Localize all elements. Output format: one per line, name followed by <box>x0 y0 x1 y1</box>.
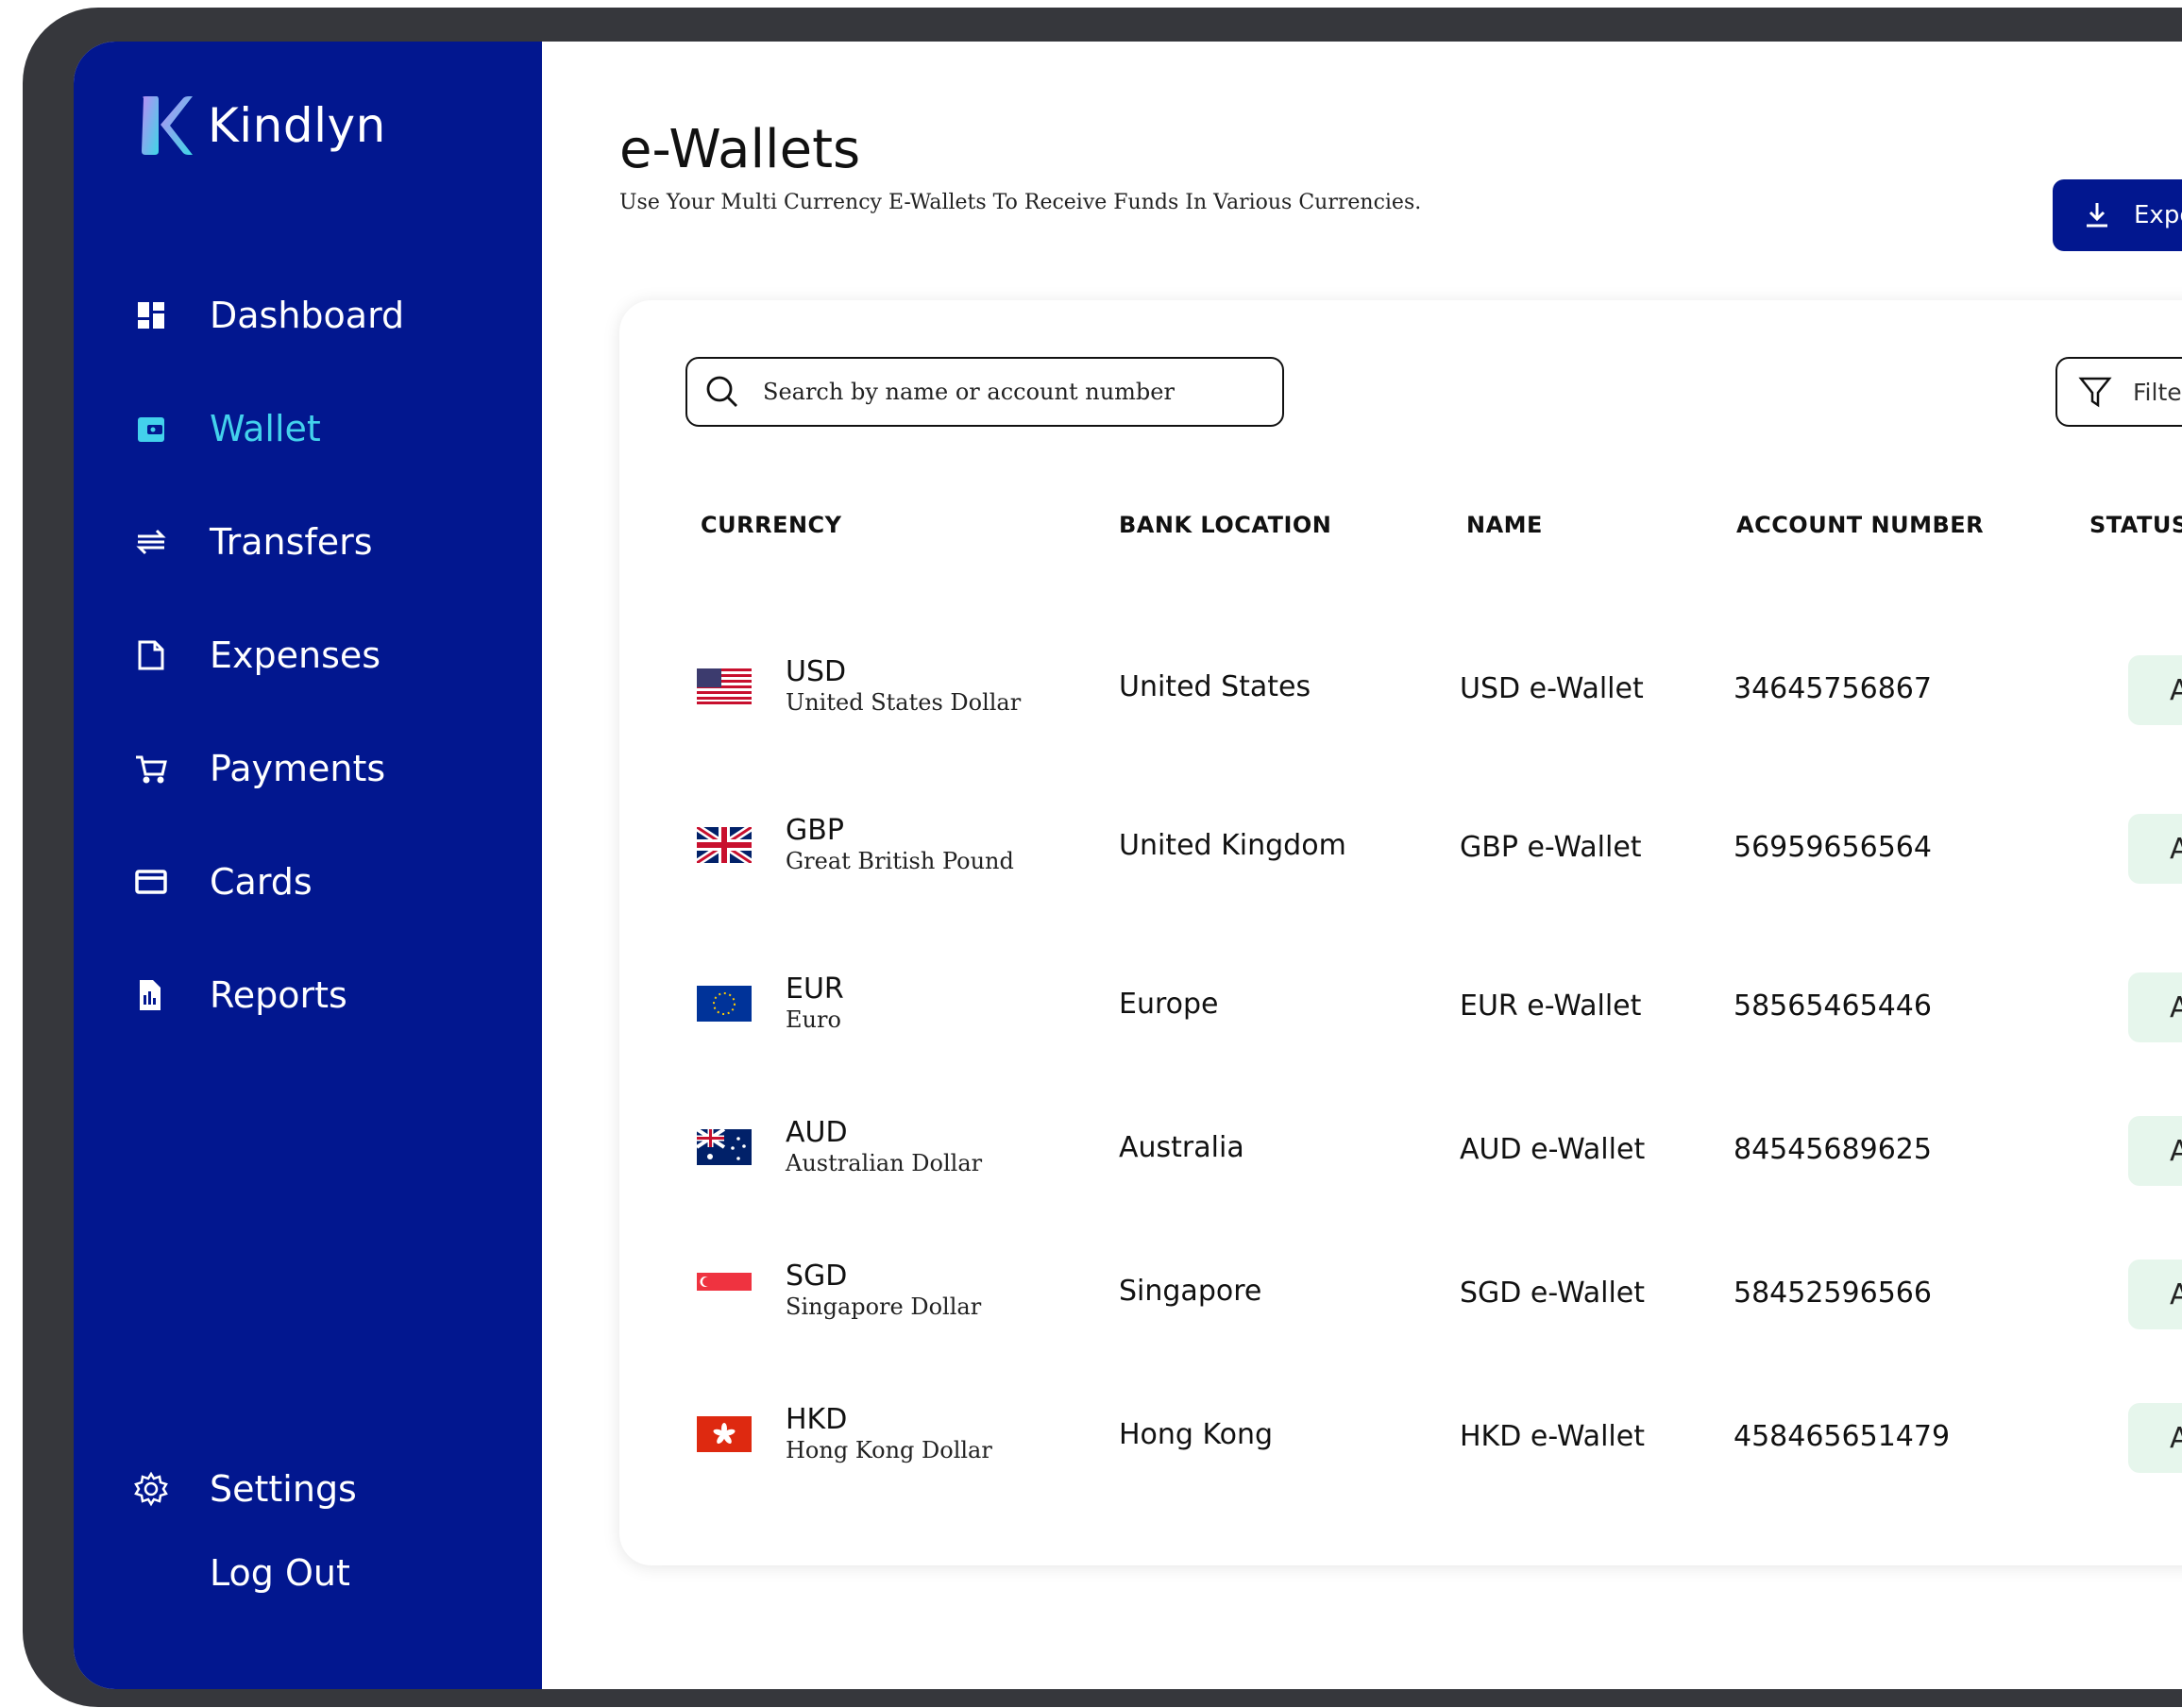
status-badge: Active <box>2128 655 2182 725</box>
wallet-name: HKD e-Wallet <box>1460 1420 1645 1453</box>
sidebar: Kindlyn Dashboard Wallet Transfers Expen… <box>74 42 542 1689</box>
wallet-icon <box>130 408 172 449</box>
currency-code: HKD <box>786 1403 848 1436</box>
column-header-name: NAME <box>1466 512 1543 538</box>
sidebar-item-dashboard[interactable]: Dashboard <box>130 289 404 342</box>
download-icon <box>2087 203 2107 228</box>
sidebar-item-label: Wallet <box>210 408 321 449</box>
sidebar-item-wallet[interactable]: Wallet <box>130 402 321 455</box>
status-badge: Active <box>2128 972 2182 1042</box>
app-name: Kindlyn <box>208 98 386 153</box>
sidebar-item-cards[interactable]: Cards <box>130 855 313 908</box>
currency-name: Euro <box>786 1006 841 1033</box>
sg-flag-icon <box>697 1273 752 1309</box>
account-number: 458465651479 <box>1734 1420 1951 1453</box>
app-screen: Kindlyn Dashboard Wallet Transfers Expen… <box>74 42 2182 1689</box>
hk-flag-icon <box>697 1416 752 1452</box>
filters-label: Filters <box>2133 378 2182 406</box>
currency-name: Hong Kong Dollar <box>786 1437 992 1463</box>
search-icon <box>706 376 737 407</box>
currency-code: USD <box>786 655 847 688</box>
table-row[interactable]: HKD Hong Kong Dollar Hong Kong HKD e-Wal… <box>619 1375 2182 1488</box>
page-title: e-Wallets <box>619 119 861 180</box>
currency-name: Great British Pound <box>786 848 1014 874</box>
wallet-name: GBP e-Wallet <box>1460 831 1642 864</box>
account-number: 56959656564 <box>1734 831 1932 864</box>
logout-link[interactable]: Log Out <box>210 1552 350 1594</box>
currency-code: AUD <box>786 1116 848 1149</box>
main-content: e-Wallets Use Your Multi Currency E-Wall… <box>542 42 2182 1689</box>
kindlyn-logo-icon <box>142 96 193 155</box>
sidebar-item-label: Payments <box>210 748 386 789</box>
search-input[interactable] <box>761 378 1256 406</box>
expenses-icon <box>130 634 172 676</box>
currency-code: SGD <box>786 1260 848 1293</box>
sidebar-item-reports[interactable]: Reports <box>130 969 347 1022</box>
eu-flag-icon <box>697 986 752 1022</box>
column-header-currency: CURRENCY <box>701 512 842 538</box>
uk-flag-icon <box>697 827 752 863</box>
logo[interactable]: Kindlyn <box>138 93 386 159</box>
status-badge: Active <box>2128 1116 2182 1186</box>
sidebar-item-label: Expenses <box>210 634 381 676</box>
bank-location: Hong Kong <box>1119 1418 1274 1451</box>
currency-name: United States Dollar <box>786 689 1022 716</box>
sidebar-item-settings[interactable]: Settings <box>130 1463 357 1515</box>
wallet-name: EUR e-Wallet <box>1460 989 1642 1023</box>
wallet-name: AUD e-Wallet <box>1460 1133 1646 1166</box>
currency-name: Australian Dollar <box>786 1150 983 1176</box>
filters-button[interactable]: Filters <box>2055 357 2182 427</box>
export-label: Export <box>2134 201 2182 229</box>
sidebar-item-label: Settings <box>210 1468 357 1510</box>
bank-location: Europe <box>1119 988 1219 1021</box>
sidebar-item-expenses[interactable]: Expenses <box>130 629 381 682</box>
table-row[interactable]: EUR Euro Europe EUR e-Wallet 58565465446… <box>619 944 2182 1057</box>
wallets-card: Filters CURRENCY BANK LOCATION NAME ACCO… <box>619 300 2182 1565</box>
us-flag-icon <box>697 668 752 704</box>
column-header-status: STATUS <box>2089 512 2182 538</box>
currency-code: EUR <box>786 972 844 1006</box>
table-row[interactable]: USD United States Dollar United States U… <box>619 627 2182 740</box>
status-badge: Active <box>2128 1403 2182 1473</box>
transfers-icon <box>130 521 172 563</box>
bank-location: United States <box>1119 670 1311 703</box>
export-button[interactable]: Export <box>2053 179 2182 251</box>
status-badge: Active <box>2128 1260 2182 1329</box>
sidebar-item-payments[interactable]: Payments <box>130 742 385 795</box>
gear-icon <box>130 1468 172 1510</box>
table-row[interactable]: GBP Great British Pound United Kingdom G… <box>619 786 2182 899</box>
reports-icon <box>130 974 172 1016</box>
bank-location: United Kingdom <box>1119 829 1346 862</box>
card-icon <box>130 861 172 903</box>
sidebar-item-label: Dashboard <box>210 295 405 336</box>
account-number: 34645756867 <box>1734 672 1932 705</box>
device-frame: Kindlyn Dashboard Wallet Transfers Expen… <box>23 8 2182 1707</box>
account-number: 58452596566 <box>1734 1277 1932 1310</box>
sidebar-item-label: Reports <box>210 974 347 1016</box>
wallet-name: SGD e-Wallet <box>1460 1277 1646 1310</box>
sidebar-item-transfers[interactable]: Transfers <box>130 516 373 568</box>
account-number: 58565465446 <box>1734 989 1932 1023</box>
column-header-account-number: ACCOUNT NUMBER <box>1736 512 1985 538</box>
page-subtitle: Use Your Multi Currency E-Wallets To Rec… <box>619 191 1422 214</box>
wallet-name: USD e-Wallet <box>1460 672 1644 705</box>
bank-location: Singapore <box>1119 1275 1262 1308</box>
status-badge: Active <box>2128 814 2182 884</box>
dashboard-icon <box>130 295 172 336</box>
currency-name: Singapore Dollar <box>786 1294 982 1320</box>
cart-icon <box>130 748 172 789</box>
au-flag-icon <box>697 1129 752 1165</box>
search-box[interactable] <box>685 357 1284 427</box>
sidebar-item-label: Transfers <box>210 521 373 563</box>
currency-code: GBP <box>786 814 844 847</box>
account-number: 84545689625 <box>1734 1133 1932 1166</box>
sidebar-item-label: Cards <box>210 861 313 903</box>
filter-icon <box>2078 377 2112 408</box>
table-row[interactable]: SGD Singapore Dollar Singapore SGD e-Wal… <box>619 1231 2182 1344</box>
bank-location: Australia <box>1119 1131 1244 1164</box>
column-header-bank-location: BANK LOCATION <box>1119 512 1332 538</box>
table-row[interactable]: AUD Australian Dollar Australia AUD e-Wa… <box>619 1088 2182 1201</box>
